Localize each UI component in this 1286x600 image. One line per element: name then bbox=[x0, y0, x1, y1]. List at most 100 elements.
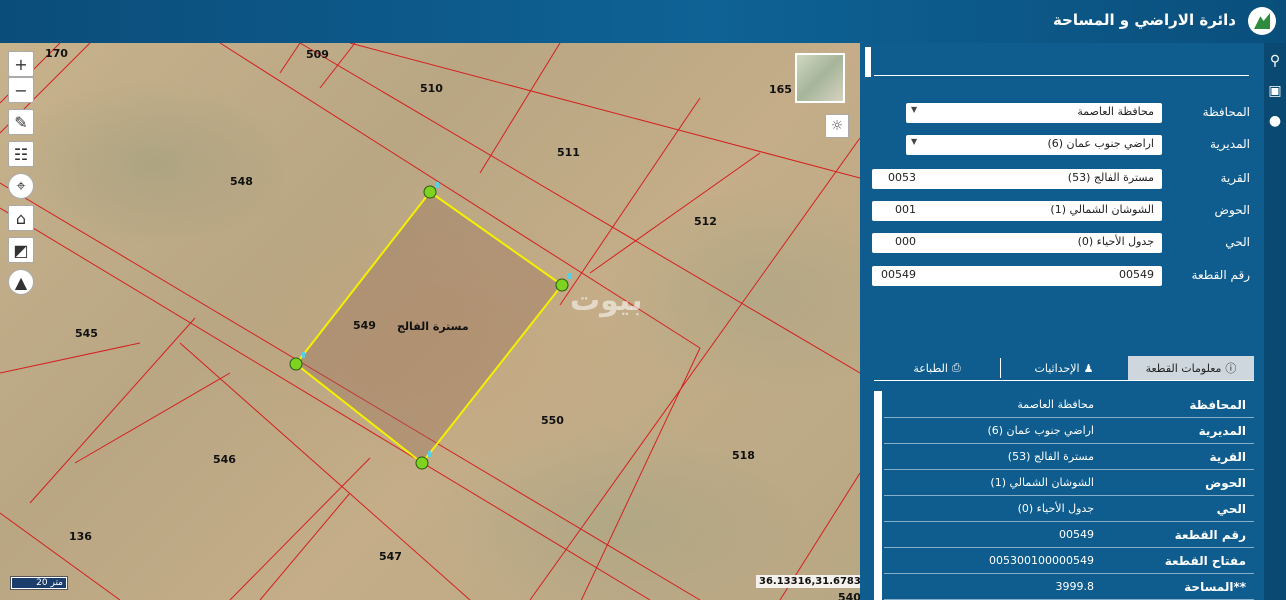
parcel-row: رقم القطعة 00549 ▼ 00549 bbox=[858, 266, 1258, 288]
parcel-label: 548 bbox=[230, 175, 253, 188]
compass-icon[interactable]: ▲ bbox=[8, 269, 34, 295]
basin-select[interactable]: الشوشان الشمالي (1) ▼ bbox=[906, 201, 1162, 221]
location-pin-icon[interactable]: ● bbox=[1264, 109, 1286, 133]
governorate-select[interactable]: محافظة العاصمة ▼ bbox=[906, 103, 1162, 123]
village-code-input[interactable]: 0053 bbox=[872, 169, 920, 189]
divider bbox=[874, 380, 1254, 381]
info-key: الحوض bbox=[1205, 476, 1246, 490]
table-row: مفتاح القطعة 005300100000549 bbox=[884, 549, 1254, 574]
tab-coordinates-label: الإحداثيات bbox=[1034, 361, 1080, 375]
district-code-input[interactable]: 000 bbox=[872, 233, 920, 253]
search-icon[interactable]: ⚲ bbox=[1264, 49, 1286, 73]
tab-print[interactable]: ⎙ الطباعة bbox=[874, 356, 1000, 380]
governorate-label: المحافظة bbox=[1202, 105, 1250, 119]
info-scrollbar[interactable] bbox=[874, 391, 882, 600]
map-view[interactable]: 170 509 510 165 511 548 512 549 545 550 … bbox=[0, 43, 860, 600]
print-icon: ⎙ bbox=[951, 361, 961, 374]
info-value: اراضي جنوب عمان (6) bbox=[987, 424, 1094, 437]
village-row: القرية مسترة الفالج (53) ▼ 0053 bbox=[858, 169, 1258, 191]
table-row: المديرية اراضي جنوب عمان (6) bbox=[884, 419, 1254, 444]
basin-code-input[interactable]: 001 bbox=[872, 201, 920, 221]
parcel-label: 550 bbox=[541, 414, 564, 427]
info-key: المحافظة bbox=[1189, 398, 1246, 412]
info-key: المديرية bbox=[1198, 424, 1246, 438]
user-pin-icon: ♟ bbox=[1083, 361, 1094, 375]
parcel-label: 136 bbox=[69, 530, 92, 543]
parcel-label: 546 bbox=[213, 453, 236, 466]
directorate-label: المديرية bbox=[1210, 137, 1250, 151]
map-toolbar: + − ✎ ☷ ⌖ ⌂ ◩ ▲ bbox=[8, 51, 36, 301]
app-header: دائرة الاراضي و المساحة bbox=[0, 0, 1286, 43]
scale-bar: 20 متر bbox=[10, 576, 68, 590]
parcel-label: 518 bbox=[732, 449, 755, 462]
tab-parcel-info[interactable]: ⓘ معلومات القطعة bbox=[1128, 356, 1254, 380]
info-key: **المساحة bbox=[1184, 580, 1246, 594]
selected-parcel-name: مسترة الفالج bbox=[397, 320, 469, 333]
directorate-select[interactable]: اراضي جنوب عمان (6) ▼ bbox=[906, 135, 1162, 155]
zoom-in-icon[interactable]: + bbox=[8, 51, 34, 77]
district-row: الحي جدول الأحياء (0) ▼ 000 bbox=[858, 233, 1258, 255]
village-select[interactable]: مسترة الفالج (53) ▼ bbox=[906, 169, 1162, 189]
parcel-label: 170 bbox=[45, 47, 68, 60]
parcel-label: رقم القطعة bbox=[1191, 268, 1250, 282]
home-icon[interactable]: ⌂ bbox=[8, 205, 34, 231]
table-row: القرية مسترة الفالج (53) bbox=[884, 445, 1254, 470]
info-key: مفتاح القطعة bbox=[1164, 554, 1246, 568]
coordinates-readout: 36.13316,31.67833 bbox=[756, 575, 860, 588]
parcel-code-input[interactable]: 00549 bbox=[872, 266, 920, 286]
parcel-label: 510 bbox=[420, 82, 443, 95]
side-panel: ⚲ ▣ ● المحافظة محافظة العاصمة ▼ المديرية… bbox=[860, 43, 1286, 600]
info-key: رقم القطعة bbox=[1174, 528, 1246, 542]
zoom-out-icon[interactable]: − bbox=[8, 77, 34, 103]
parcel-select[interactable]: 00549 ▼ bbox=[906, 266, 1162, 286]
sun-icon[interactable]: ☼ bbox=[825, 114, 849, 138]
info-value: الشوشان الشمالي (1) bbox=[990, 476, 1094, 489]
parcel-label: 165 bbox=[769, 83, 792, 96]
parcel-label: 511 bbox=[557, 146, 580, 159]
info-value: 00549 bbox=[1059, 528, 1094, 541]
tab-parcel-info-label: معلومات القطعة bbox=[1145, 361, 1222, 375]
village-label: القرية bbox=[1220, 171, 1250, 185]
district-select[interactable]: جدول الأحياء (0) ▼ bbox=[906, 233, 1162, 253]
table-row: رقم القطعة 00549 bbox=[884, 523, 1254, 548]
table-row: الحوض الشوشان الشمالي (1) bbox=[884, 471, 1254, 496]
parcel-label: 509 bbox=[306, 48, 329, 61]
basin-row: الحوض الشوشان الشمالي (1) ▼ 001 bbox=[858, 201, 1258, 223]
parcel-value: 00549 bbox=[1119, 268, 1154, 281]
app-title: دائرة الاراضي و المساحة bbox=[1052, 11, 1236, 29]
info-tabs: ⎙ الطباعة ♟ الإحداثيات ⓘ معلومات القطعة bbox=[874, 356, 1254, 380]
parcel-label: 512 bbox=[694, 215, 717, 228]
directorate-row: المديرية اراضي جنوب عمان (6) ▼ bbox=[858, 135, 1258, 157]
tab-print-label: الطباعة bbox=[913, 361, 948, 375]
chevron-down-icon: ▼ bbox=[911, 105, 918, 114]
table-row: الحي جدول الأحياء (0) bbox=[884, 497, 1254, 522]
district-label: الحي bbox=[1225, 235, 1250, 249]
panel-scrollbar[interactable] bbox=[865, 47, 871, 77]
parcel-label: 549 bbox=[353, 319, 376, 332]
directorate-value: اراضي جنوب عمان (6) bbox=[1047, 137, 1154, 150]
pencil-icon[interactable]: ✎ bbox=[8, 109, 34, 135]
icon-sidebar: ⚲ ▣ ● bbox=[1264, 43, 1286, 600]
parcel-label: 547 bbox=[379, 550, 402, 563]
basemap-thumbnail[interactable] bbox=[795, 53, 845, 103]
parcel-label: 545 bbox=[75, 327, 98, 340]
info-key: القرية bbox=[1209, 450, 1246, 464]
chevron-down-icon: ▼ bbox=[911, 137, 918, 146]
info-icon: ⓘ bbox=[1225, 362, 1237, 375]
info-key: الحي bbox=[1216, 502, 1246, 516]
parcel-info-table: المحافظة محافظة العاصمة المديرية اراضي ج… bbox=[874, 391, 1254, 600]
governorate-row: المحافظة محافظة العاصمة ▼ bbox=[858, 103, 1258, 125]
tab-coordinates[interactable]: ♟ الإحداثيات bbox=[1001, 356, 1127, 380]
divider bbox=[874, 75, 1249, 76]
info-value: 3999.8 bbox=[1055, 580, 1095, 593]
ruler-icon[interactable]: ☷ bbox=[8, 141, 34, 167]
basin-label: الحوض bbox=[1214, 203, 1250, 217]
governorate-value: محافظة العاصمة bbox=[1077, 105, 1154, 118]
basin-value: الشوشان الشمالي (1) bbox=[1050, 203, 1154, 216]
crosshair-icon[interactable]: ⌖ bbox=[8, 173, 34, 199]
district-value: جدول الأحياء (0) bbox=[1077, 235, 1154, 248]
logo-icon bbox=[1248, 7, 1276, 35]
folder-icon[interactable]: ▣ bbox=[1264, 79, 1286, 103]
info-value: محافظة العاصمة bbox=[1017, 398, 1094, 411]
chart-icon[interactable]: ◩ bbox=[8, 237, 34, 263]
